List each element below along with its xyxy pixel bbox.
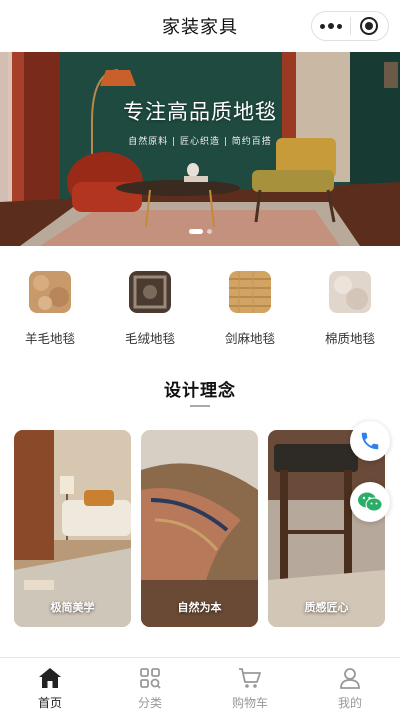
tab-label: 购物车 [231,696,268,710]
category-label: 剑麻地毯 [224,331,275,346]
card-image [141,430,258,627]
section-title: 设计理念 [164,381,236,401]
wechat-icon [358,492,383,512]
wechat-button[interactable] [350,482,390,522]
cart-icon [239,668,261,688]
target-circle-icon[interactable] [350,12,388,40]
indicator-dot-active[interactable] [188,229,203,234]
sisal-rug-thumbnail [229,271,271,313]
banner-indicator [0,229,400,234]
nav-bar: 家装家具 [0,0,400,52]
plush-rug-thumbnail [129,271,171,313]
category-wool[interactable]: 羊毛地毯 [0,246,100,356]
user-icon [340,668,360,689]
category-grid-icon [140,668,161,689]
design-card-minimal[interactable]: 极简美学 [14,430,131,627]
card-image [14,430,131,627]
category-label: 毛绒地毯 [124,331,175,346]
tab-home[interactable]: 首页 [0,658,100,712]
tab-bar: 首页 分类 购物车 我的 [0,657,400,712]
more-dots-icon[interactable] [312,12,350,40]
phone-icon [361,432,379,450]
design-card-nature[interactable]: 自然为本 [141,430,258,627]
page-title: 家装家具 [162,17,238,38]
banner-image [0,52,400,246]
wool-rug-thumbnail [29,271,71,313]
card-caption: 自然为本 [177,601,222,614]
tab-label: 分类 [137,696,162,710]
banner-subtitle: 自然原料 | 匠心织造 | 简约百搭 [128,137,272,147]
category-row: 羊毛地毯 毛绒地毯 剑麻地毯 棉质地毯 [0,246,400,356]
phone-button[interactable] [350,421,390,461]
category-plush[interactable]: 毛绒地毯 [100,246,200,356]
section-underline [190,405,210,407]
home-icon [39,668,61,688]
tab-cart[interactable]: 购物车 [200,658,300,712]
tab-label: 我的 [337,696,362,710]
indicator-dot[interactable] [206,229,212,234]
mini-program-capsule [311,11,389,41]
category-label: 棉质地毯 [324,331,375,346]
tab-label: 首页 [37,696,62,710]
design-cards: 极简美学 自然为本 质感匠心 [0,430,400,628]
page: 家装家具 专注高品质地毯 自然原料 | 匠心织造 | 简约百搭 羊毛地毯 毛绒地… [0,0,400,712]
category-sisal[interactable]: 剑麻地毯 [200,246,300,356]
hero-banner[interactable]: 专注高品质地毯 自然原料 | 匠心织造 | 简约百搭 [0,52,400,246]
tab-profile[interactable]: 我的 [300,658,400,712]
banner-title: 专注高品质地毯 [123,100,277,124]
category-cotton[interactable]: 棉质地毯 [300,246,400,356]
tab-category[interactable]: 分类 [100,658,200,712]
card-caption: 极简美学 [50,601,95,614]
card-caption: 质感匠心 [304,601,349,614]
cotton-rug-thumbnail [329,271,371,313]
category-label: 羊毛地毯 [24,331,75,346]
